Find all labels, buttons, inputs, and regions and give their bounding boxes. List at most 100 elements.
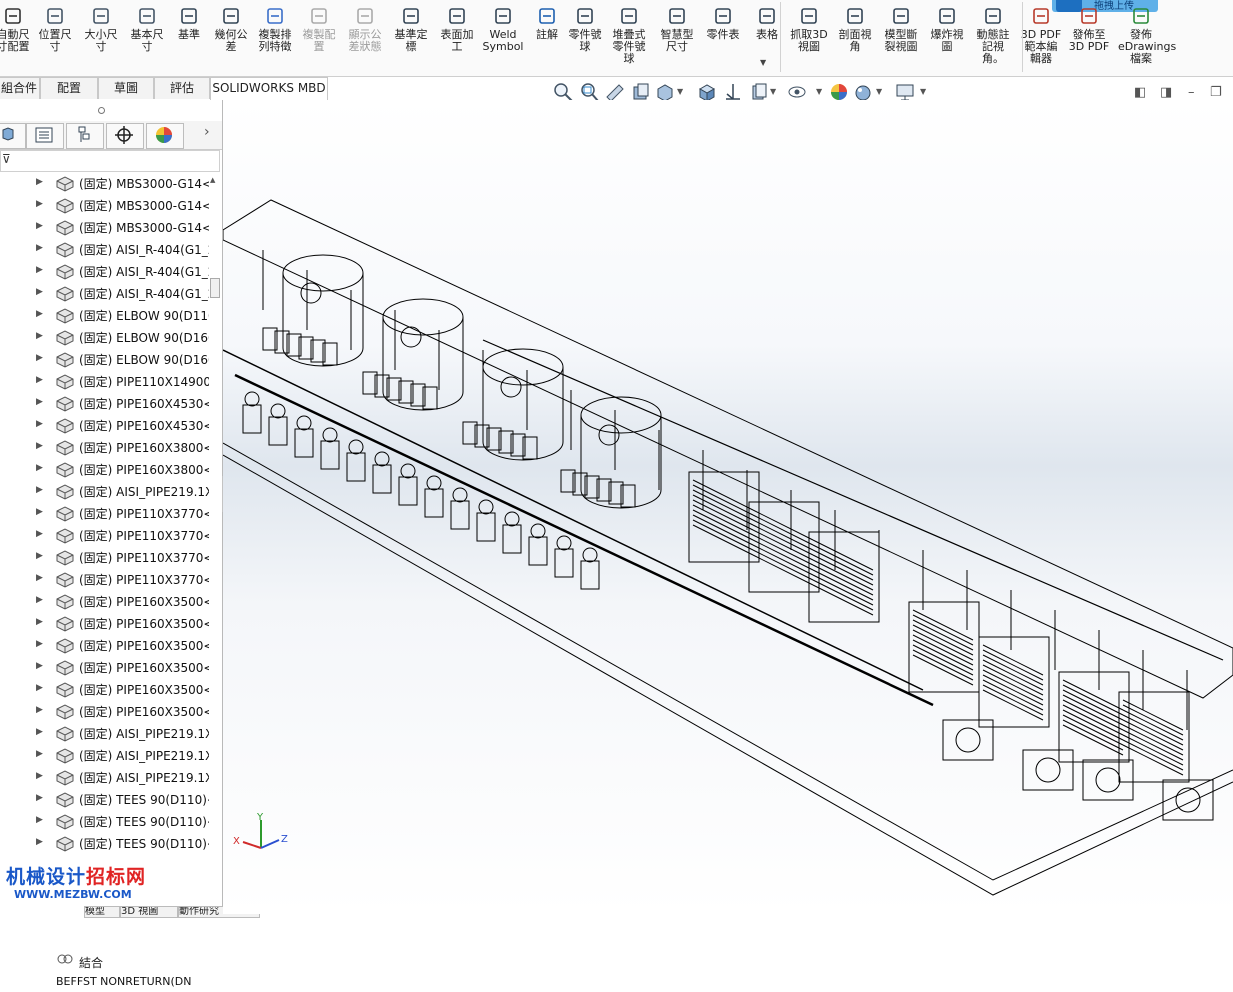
dimxpert-manager-tab[interactable] <box>106 123 144 149</box>
capture-3d-button[interactable]: 抓取3D 視圖 <box>786 4 832 53</box>
tree-item[interactable]: ▶ (固定) PIPE160X3800<1 <box>0 436 221 458</box>
expand-arrow-icon[interactable]: ▶ <box>36 815 43 825</box>
expand-arrow-icon[interactable]: ▶ <box>36 243 43 253</box>
copy-config-button[interactable]: 複製配 置 <box>296 4 342 53</box>
tree-item[interactable]: ▶ (固定) PIPE110X3770<3 <box>0 546 221 568</box>
assembly-wireframe[interactable] <box>223 100 1233 914</box>
expand-arrow-icon[interactable]: ▶ <box>36 265 43 275</box>
tree-item-mates[interactable]: 結合 <box>0 953 222 971</box>
tree-item[interactable]: ▶ (固定) ELBOW 90(D110 <box>0 304 216 326</box>
scene-dropdown-icon[interactable]: ▼ <box>876 87 882 96</box>
tree-item[interactable]: ▶ (固定) PIPE160X3500<5 <box>0 678 221 700</box>
break-view-button[interactable]: 模型斷 裂視圖 <box>878 4 924 53</box>
section-view-button[interactable]: 剖面視 角 <box>832 4 878 53</box>
expand-arrow-icon[interactable]: ▶ <box>36 419 43 429</box>
stacked-balloon-button[interactable]: 堆疊式 零件號 球 <box>606 4 652 65</box>
tree-item[interactable]: ▶ (固定) AISI_PIPE219.1X2 <box>0 480 221 502</box>
expand-arrow-icon[interactable]: ▶ <box>36 507 43 517</box>
expand-arrow-icon[interactable]: ▶ <box>36 463 43 473</box>
tree-item[interactable]: ▶ (固定) AISI_R-404(G1_2 <box>0 238 215 260</box>
expand-arrow-icon[interactable]: ▶ <box>36 287 43 297</box>
expand-arrow-icon[interactable]: ▶ <box>36 375 43 385</box>
location-dim-button[interactable]: 位置尺 寸 <box>32 4 78 53</box>
pane-left-icon[interactable]: ◧ <box>1134 85 1146 100</box>
tree-item[interactable]: ▶ (固定) TEES 90(D110)< <box>0 810 217 832</box>
table-dropdown-icon[interactable]: ▼ <box>760 58 766 67</box>
tree-item-last[interactable]: BEFFST NONRETURN(DN <box>0 974 222 992</box>
expand-arrow-icon[interactable]: ▶ <box>36 683 43 693</box>
tree-item[interactable]: ▶ (固定) TEES 90(D110)< <box>0 832 217 854</box>
expand-arrow-icon[interactable]: ▶ <box>36 551 43 561</box>
tree-item[interactable]: ▶ (固定) PIPE110X3770<2 <box>0 524 221 546</box>
expand-arrow-icon[interactable]: ▶ <box>36 727 43 737</box>
expand-arrow-icon[interactable]: ▶ <box>36 837 43 847</box>
expand-arrow-icon[interactable]: ▶ <box>36 573 43 583</box>
expand-arrow-icon[interactable]: ▶ <box>36 309 43 319</box>
tree-item[interactable]: ▶ (固定) PIPE160X3500<1 <box>0 590 221 612</box>
expand-arrow-icon[interactable]: ▶ <box>36 221 43 231</box>
table-button[interactable]: 表格 <box>744 4 790 41</box>
tree-scrollbar[interactable]: ▲ <box>209 172 221 872</box>
tab-solidworks-mbd[interactable]: SOLIDWORKS MBD <box>210 77 328 100</box>
hide-show-dropdown-icon[interactable]: ▼ <box>816 87 822 96</box>
tab-model[interactable]: 模型 <box>84 906 120 918</box>
tree-item[interactable]: ▶ (固定) ELBOW 90(D160 <box>0 326 216 348</box>
tree-item[interactable]: ▶ (固定) AISI_R-404(G1_2 <box>0 282 215 304</box>
expand-arrow-icon[interactable]: ▶ <box>36 617 43 627</box>
tree-item[interactable]: ▶ (固定) PIPE160X3500<3 <box>0 634 221 656</box>
expand-arrow-icon[interactable]: ▶ <box>36 485 43 495</box>
expand-arrow-icon[interactable]: ▶ <box>36 749 43 759</box>
tree-item[interactable]: ▶ (固定) AISI_PIPE219.1X2 <box>0 722 221 744</box>
expand-arrow-icon[interactable]: ▶ <box>36 397 43 407</box>
tab-sketch[interactable]: 草圖 <box>98 77 154 99</box>
tree-filter-bar[interactable]: ⊽ <box>0 150 220 172</box>
display-manager-tab[interactable] <box>146 123 184 149</box>
tree-item[interactable]: ▶ (固定) PIPE160X3800<2 <box>0 458 221 480</box>
display-dropdown-icon[interactable]: ▼ <box>770 87 776 96</box>
pdf-template-button[interactable]: 3D PDF 範本編 輯器 <box>1018 4 1064 65</box>
feature-manager-tab[interactable] <box>0 123 26 149</box>
expand-arrow-icon[interactable]: ▶ <box>36 529 43 539</box>
explode-view-button[interactable]: 爆炸視 圖 <box>924 4 970 53</box>
tree-item[interactable]: ▶ (固定) PIPE160X3500<2 <box>0 612 221 634</box>
panel-grip-icon[interactable] <box>98 107 105 114</box>
tree-item[interactable]: ▶ (固定) PIPE160X4530<2 <box>0 414 221 436</box>
filter-funnel-icon[interactable]: ⊽ <box>2 152 11 166</box>
datum-button[interactable]: 基準 <box>166 4 212 41</box>
tree-item[interactable]: ▶ (固定) PIPE110X3770<1 <box>0 502 221 524</box>
show-tol-status-button[interactable]: 顯示公 差狀態 <box>342 4 388 53</box>
tab-configuration[interactable]: 配置 <box>40 77 98 99</box>
expand-arrow-icon[interactable]: ▶ <box>36 771 43 781</box>
expand-arrow-icon[interactable]: ▶ <box>36 639 43 649</box>
configuration-manager-tab[interactable] <box>66 123 104 149</box>
expand-arrow-icon[interactable]: ▶ <box>36 199 43 209</box>
tree-item[interactable]: ▶ (固定) TEES 90(D110)< <box>0 788 217 810</box>
tree-item[interactable]: ▶ (固定) PIPE110X3770<4 <box>0 568 221 590</box>
view-orientation-dropdown-icon[interactable]: ▼ <box>677 87 683 96</box>
tree-item[interactable]: ▶ (固定) PIPE160X3500<4 <box>0 656 221 678</box>
graphics-area[interactable]: Y X Z <box>223 100 1233 914</box>
tree-item[interactable]: ▶ (固定) PIPE160X4530<1 <box>0 392 221 414</box>
surface-finish-button[interactable]: 表面加 工 <box>434 4 480 53</box>
tree-item[interactable]: ▶ (固定) AISI_R-404(G1_2 <box>0 260 215 282</box>
geometric-tol-button[interactable]: 幾何公 差 <box>208 4 254 53</box>
pane-right-icon[interactable]: ◨ <box>1160 85 1172 100</box>
smart-dim-button[interactable]: 智慧型 尺寸 <box>654 4 700 53</box>
tree-item[interactable]: ▶ (固定) PIPE160X3500<6 <box>0 700 221 722</box>
weld-symbol-button[interactable]: Weld Symbol <box>480 4 526 53</box>
publish-edrawings-button[interactable]: 發佈 eDrawings 檔案 <box>1118 4 1176 65</box>
tree-item[interactable]: ▶ (固定) AISI_PIPE219.1X2 <box>0 766 221 788</box>
expand-arrow-icon[interactable]: ▶ <box>36 441 43 451</box>
expand-arrow-icon[interactable]: ▶ <box>36 793 43 803</box>
minimize-icon[interactable]: – <box>1188 85 1195 100</box>
tree-item[interactable]: ▶ (固定) MBS3000-G14< <box>0 216 212 238</box>
expand-arrow-icon[interactable]: ▶ <box>36 705 43 715</box>
tree-item[interactable]: ▶ (固定) MBS3000-G14< <box>0 194 212 216</box>
basic-dim-button[interactable]: 基本尺 寸 <box>124 4 170 53</box>
tree-item[interactable]: ▶ (固定) PIPE110X14900< <box>0 370 221 392</box>
expand-arrow-icon[interactable]: ▶ <box>36 661 43 671</box>
tree-item[interactable]: ▶ (固定) MBS3000-G14< <box>0 172 212 194</box>
view-settings-dropdown-icon[interactable]: ▼ <box>920 87 926 96</box>
auto-dim-button[interactable]: 自動尺 寸配置 <box>0 4 36 53</box>
publish-pdf-button[interactable]: 發佈至 3D PDF <box>1066 4 1112 53</box>
